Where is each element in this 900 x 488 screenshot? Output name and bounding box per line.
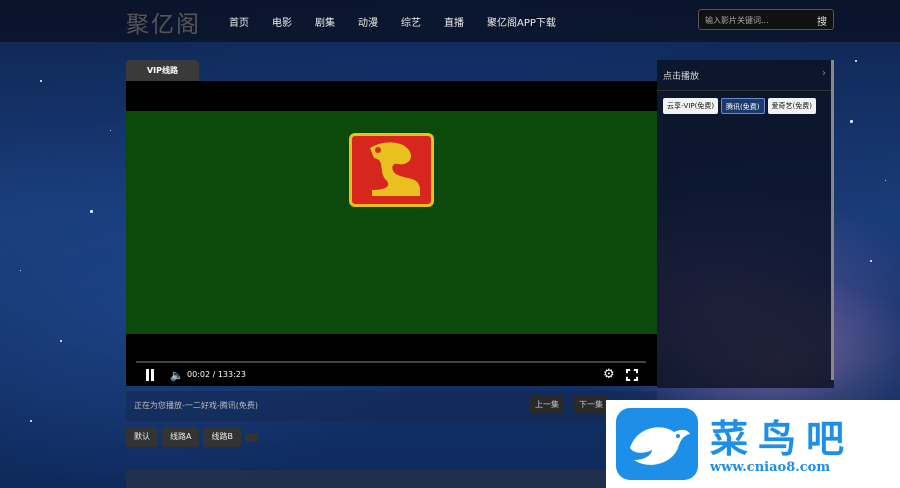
source-iqiyi-button[interactable]: 爱奇艺(免费) bbox=[767, 98, 816, 114]
volume-icon[interactable]: 🔈 bbox=[170, 369, 184, 382]
source-tencent-button[interactable]: 腾讯(免费) bbox=[721, 98, 765, 114]
line-b-button[interactable]: 线路B bbox=[203, 427, 241, 447]
pause-icon[interactable] bbox=[145, 369, 155, 381]
source-yunxiang-button[interactable]: 云享-VIP(免费) bbox=[663, 98, 719, 114]
site-logo[interactable]: 聚亿阁 bbox=[126, 5, 201, 39]
bird-icon bbox=[616, 408, 698, 480]
nav-item-series[interactable]: 剧集 bbox=[315, 14, 335, 29]
time-display: 00:02 / 133:23 bbox=[187, 370, 246, 379]
bottom-panel bbox=[126, 470, 657, 488]
main-nav: 首页 电影 剧集 动漫 综艺 直播 聚亿阁APP下载 bbox=[229, 14, 579, 29]
nav-item-home[interactable]: 首页 bbox=[229, 14, 249, 29]
nav-item-app-download[interactable]: 聚亿阁APP下载 bbox=[487, 14, 556, 29]
sidebar-title: 点击播放 bbox=[663, 72, 700, 82]
progress-bar[interactable] bbox=[136, 361, 646, 363]
vip-line-tab[interactable]: VIP线路 bbox=[126, 60, 199, 81]
video-player[interactable]: 🔈 00:02 / 133:23 ⚙ bbox=[126, 81, 657, 386]
gear-icon[interactable]: ⚙ bbox=[603, 367, 615, 382]
nav-item-live[interactable]: 直播 bbox=[444, 14, 464, 29]
next-episode-button[interactable]: 下一集 bbox=[574, 396, 608, 414]
source-sidebar: 点击播放 › 云享-VIP(免费) 腾讯(免费) 爱奇艺(免费) bbox=[657, 60, 834, 388]
top-navbar: 聚亿阁 首页 电影 剧集 动漫 综艺 直播 聚亿阁APP下载 搜 bbox=[0, 0, 900, 42]
divider bbox=[657, 90, 834, 91]
now-playing-text: 正在为您播放-一二好戏-腾讯(免费) bbox=[134, 401, 259, 410]
player-controls: 🔈 00:02 / 133:23 ⚙ bbox=[126, 366, 657, 386]
watermark-brand: 菜鸟吧 bbox=[710, 416, 855, 461]
sidebar-scrollbar[interactable] bbox=[831, 60, 834, 380]
search-box: 搜 bbox=[698, 9, 834, 30]
chevron-right-icon[interactable]: › bbox=[822, 68, 826, 79]
line-a-button[interactable]: 线路A bbox=[162, 427, 200, 447]
source-buttons: 云享-VIP(免费) 腾讯(免费) 爱奇艺(免费) bbox=[663, 98, 816, 114]
fullscreen-icon[interactable] bbox=[626, 369, 638, 381]
watermark: 菜鸟吧 www.cniao8.com bbox=[606, 400, 900, 488]
prev-episode-button[interactable]: 上一集 bbox=[530, 396, 564, 414]
dragon-logo-image bbox=[349, 133, 434, 207]
search-input[interactable] bbox=[705, 13, 805, 27]
watermark-url: www.cniao8.com bbox=[710, 460, 831, 475]
line-default-button[interactable]: 默认 bbox=[126, 427, 158, 447]
nav-item-anime[interactable]: 动漫 bbox=[358, 14, 378, 29]
nav-item-variety[interactable]: 综艺 bbox=[401, 14, 421, 29]
now-playing-bar: 正在为您播放-一二好戏-腾讯(免费) 上一集 下一集 bbox=[126, 391, 657, 421]
video-frame[interactable] bbox=[126, 111, 657, 334]
search-button[interactable]: 搜 bbox=[817, 13, 827, 28]
line-extra-button[interactable] bbox=[244, 433, 258, 442]
nav-item-movies[interactable]: 电影 bbox=[272, 14, 292, 29]
line-selector: 默认 线路A 线路B bbox=[126, 427, 258, 447]
